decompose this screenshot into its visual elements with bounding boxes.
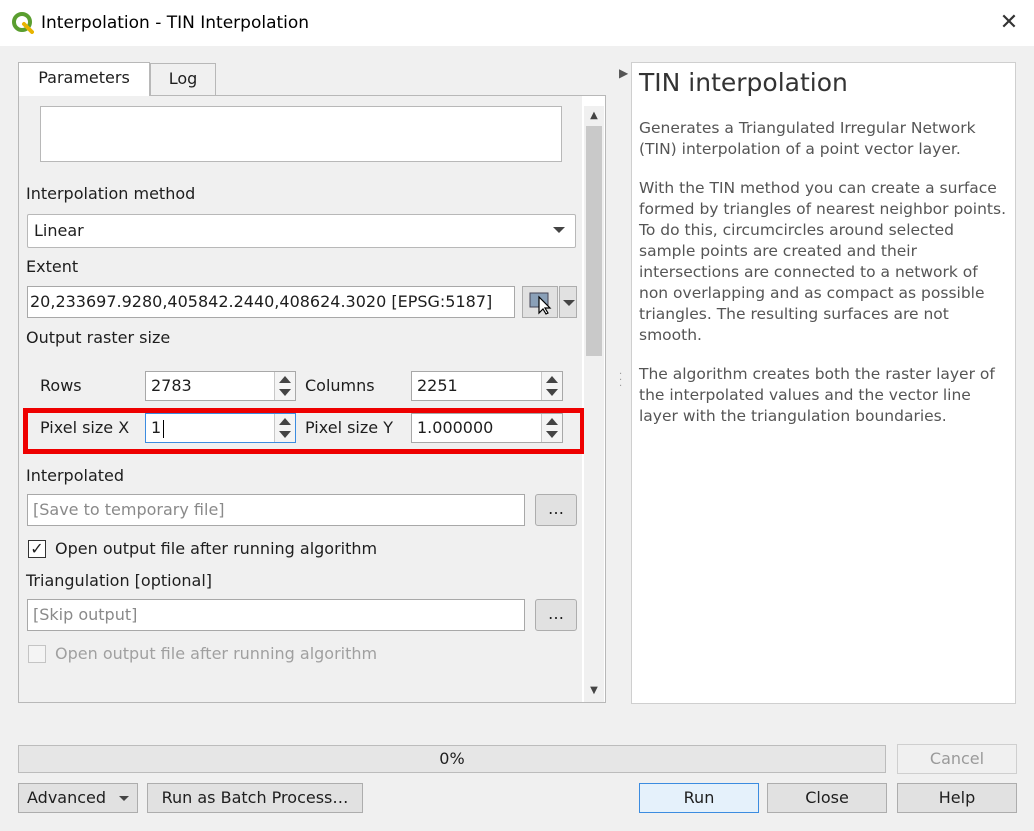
- columns-spinbox[interactable]: 2251: [411, 371, 563, 401]
- collapse-help-arrow-icon[interactable]: ▶: [619, 66, 628, 80]
- extent-field[interactable]: 20,233697.9280,405842.2440,408624.3020 […: [27, 286, 515, 318]
- open-output-checkbox[interactable]: ✓: [28, 540, 46, 558]
- triangulation-output-field[interactable]: [Skip output]: [27, 599, 525, 631]
- output-raster-size-label: Output raster size: [26, 328, 171, 347]
- tab-log[interactable]: Log: [150, 63, 216, 95]
- rows-label: Rows: [40, 376, 82, 395]
- scrollbar-thumb[interactable]: [586, 126, 602, 356]
- tab-parameters[interactable]: Parameters: [18, 62, 150, 96]
- triangulation-output-placeholder: [Skip output]: [33, 605, 138, 624]
- progress-bar: 0%: [18, 745, 886, 773]
- columns-value: 2251: [417, 376, 458, 395]
- spin-up-icon[interactable]: [546, 376, 558, 383]
- ellipsis-icon: …: [548, 499, 564, 518]
- cancel-button[interactable]: Cancel: [897, 744, 1017, 774]
- spin-down-icon[interactable]: [279, 389, 291, 396]
- help-paragraph-3: The algorithm creates both the raster la…: [639, 365, 995, 425]
- extent-label: Extent: [26, 257, 79, 276]
- extent-options-button[interactable]: [559, 286, 577, 318]
- triangulation-label: Triangulation [optional]: [26, 571, 212, 590]
- help-paragraph-1: Generates a Triangulated Irregular Netwo…: [639, 119, 976, 158]
- rows-stepper[interactable]: [274, 372, 295, 400]
- interpolated-output-placeholder: [Save to temporary file]: [33, 500, 225, 519]
- interpolation-method-label: Interpolation method: [26, 184, 196, 203]
- open-output-label: Open output file after running algorithm: [55, 539, 378, 558]
- close-button[interactable]: Close: [767, 783, 887, 813]
- qgis-logo-icon: [12, 12, 34, 34]
- spin-down-icon[interactable]: [546, 389, 558, 396]
- highlight-annotation-box: [23, 408, 585, 454]
- run-batch-button[interactable]: Run as Batch Process…: [147, 783, 363, 813]
- columns-label: Columns: [305, 376, 375, 395]
- triangulation-browse-button[interactable]: …: [535, 599, 577, 631]
- interpolated-output-field[interactable]: [Save to temporary file]: [27, 494, 525, 526]
- extent-select-button[interactable]: [522, 286, 558, 318]
- open-triangulation-label: Open output file after running algorithm: [55, 644, 378, 663]
- interpolation-method-select[interactable]: Linear: [27, 214, 576, 248]
- interpolated-label: Interpolated: [26, 466, 125, 485]
- help-title: TIN interpolation: [639, 68, 848, 97]
- interpolation-method-value: Linear: [34, 221, 84, 240]
- scroll-down-icon[interactable]: ▼: [584, 682, 604, 700]
- help-paragraph-2: With the TIN method you can create a sur…: [639, 179, 1006, 344]
- help-button[interactable]: Help: [897, 783, 1017, 813]
- open-triangulation-checkbox[interactable]: [28, 645, 46, 663]
- close-window-icon[interactable]: ✕: [996, 10, 1022, 36]
- chevron-down-icon: [563, 300, 575, 306]
- progress-text: 0%: [439, 749, 465, 768]
- ellipsis-icon: …: [548, 604, 564, 623]
- columns-stepper[interactable]: [541, 372, 562, 400]
- spin-up-icon[interactable]: [279, 376, 291, 383]
- chevron-down-icon: [553, 227, 565, 233]
- chevron-down-icon: [119, 796, 129, 801]
- scroll-up-icon[interactable]: ▲: [584, 107, 604, 125]
- interpolated-browse-button[interactable]: …: [535, 494, 577, 526]
- rows-value: 2783: [151, 376, 192, 395]
- run-button[interactable]: Run: [639, 783, 759, 813]
- splitter-handle[interactable]: · · ·: [619, 370, 623, 392]
- map-canvas-select-icon: [529, 292, 552, 315]
- rows-spinbox[interactable]: 2783: [145, 371, 296, 401]
- window-title: Interpolation - TIN Interpolation: [41, 13, 310, 33]
- input-layer-list[interactable]: [40, 106, 562, 162]
- extent-value: 20,233697.9280,405842.2440,408624.3020 […: [30, 292, 493, 311]
- advanced-label: Advanced: [27, 788, 107, 807]
- advanced-button[interactable]: Advanced: [18, 783, 138, 813]
